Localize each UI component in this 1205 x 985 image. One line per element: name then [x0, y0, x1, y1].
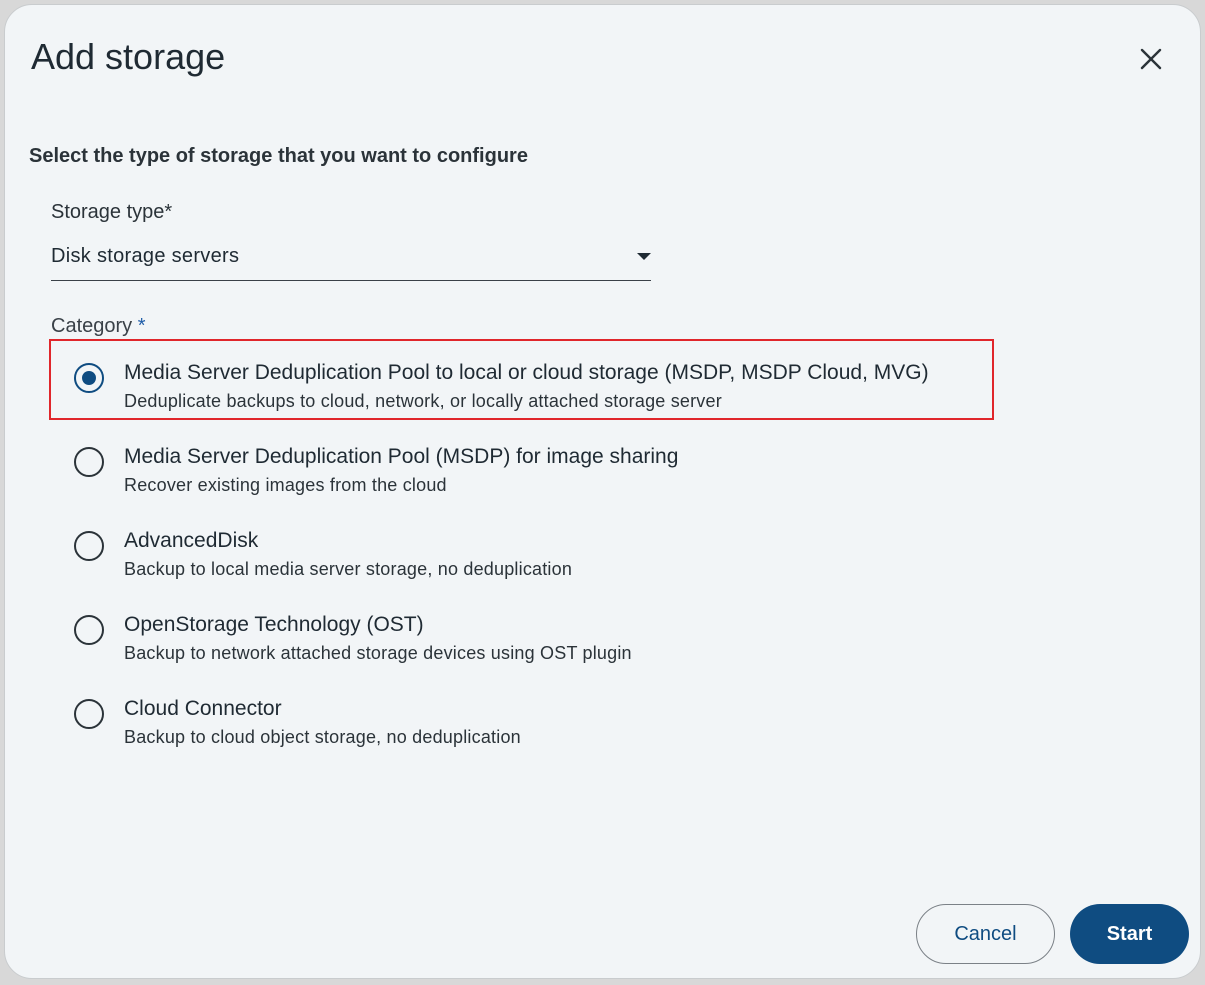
- option-title: Cloud Connector: [124, 697, 282, 720]
- category-option-msdp-image-sharing[interactable]: Media Server Deduplication Pool (MSDP) f…: [71, 439, 971, 509]
- start-button[interactable]: Start: [1070, 904, 1189, 964]
- close-icon: [1140, 48, 1162, 70]
- radio-unselected-icon[interactable]: [74, 699, 104, 729]
- dialog-title: Add storage: [31, 36, 226, 77]
- category-option-ost[interactable]: OpenStorage Technology (OST) Backup to n…: [71, 607, 971, 677]
- option-description: Deduplicate backups to cloud, network, o…: [124, 391, 722, 411]
- section-heading: Select the type of storage that you want…: [29, 145, 528, 167]
- option-title: OpenStorage Technology (OST): [124, 613, 424, 636]
- category-option-msdp-local-cloud[interactable]: Media Server Deduplication Pool to local…: [71, 355, 971, 425]
- option-description: Recover existing images from the cloud: [124, 475, 447, 495]
- option-title: Media Server Deduplication Pool (MSDP) f…: [124, 445, 679, 468]
- add-storage-dialog: Add storage Select the type of storage t…: [4, 4, 1201, 979]
- radio-unselected-icon[interactable]: [74, 615, 104, 645]
- option-title: AdvancedDisk: [124, 529, 259, 552]
- radio-selected-icon[interactable]: [74, 363, 104, 393]
- category-option-advanceddisk[interactable]: AdvancedDisk Backup to local media serve…: [71, 523, 971, 593]
- close-button[interactable]: [1133, 41, 1169, 77]
- option-title: Media Server Deduplication Pool to local…: [124, 361, 929, 384]
- option-description: Backup to cloud object storage, no dedup…: [124, 727, 521, 747]
- option-description: Backup to local media server storage, no…: [124, 559, 573, 579]
- caret-down-icon: [637, 253, 651, 260]
- category-label-text: Category: [51, 315, 138, 337]
- option-description: Backup to network attached storage devic…: [124, 643, 632, 663]
- storage-type-value: Disk storage servers: [51, 245, 240, 267]
- storage-type-label: Storage type*: [51, 201, 173, 223]
- storage-type-select[interactable]: Disk storage servers: [51, 235, 651, 281]
- required-marker: *: [137, 315, 146, 337]
- category-label: Category *: [51, 315, 146, 338]
- category-option-cloud-connector[interactable]: Cloud Connector Backup to cloud object s…: [71, 691, 971, 761]
- radio-unselected-icon[interactable]: [74, 531, 104, 561]
- radio-unselected-icon[interactable]: [74, 447, 104, 477]
- cancel-button[interactable]: Cancel: [916, 904, 1055, 964]
